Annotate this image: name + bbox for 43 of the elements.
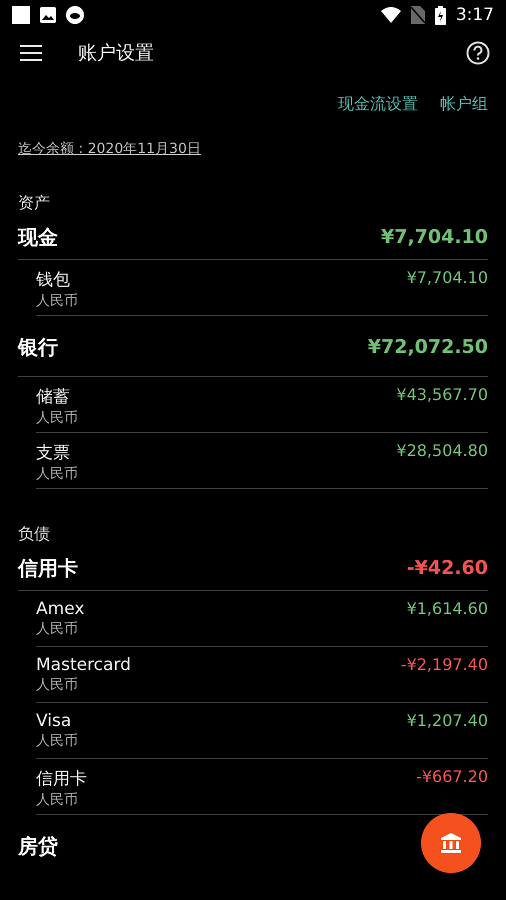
account-amount: ¥1,614.60 (406, 599, 488, 618)
account-amount: -¥667.20 (416, 767, 488, 786)
menu-icon[interactable] (20, 45, 42, 61)
group-name: 现金 (18, 224, 58, 250)
account-amount: ¥1,207.40 (406, 711, 488, 730)
account-currency: 人民币 (36, 465, 78, 483)
group-name: 房贷 (18, 832, 58, 860)
link[interactable]: 帐户组 (440, 94, 488, 114)
account-name[interactable]: 信用卡 (36, 767, 87, 790)
account-amount: ¥28,504.80 (396, 441, 488, 460)
section-title: 负债 (17, 523, 51, 544)
group-total: ¥7,704.10 (381, 226, 488, 248)
account-currency: 人民币 (36, 620, 79, 638)
screen-title: 账户设置 (78, 41, 155, 66)
account-name[interactable]: Visa (36, 711, 78, 731)
group-total: -¥42.60 (406, 557, 488, 579)
account-currency: 人民币 (36, 292, 78, 310)
account-amount: ¥43,567.70 (396, 385, 488, 404)
account-currency: 人民币 (36, 409, 78, 427)
group-name: 银行 (18, 334, 58, 360)
notification-icon (12, 6, 30, 24)
account-name[interactable]: 钱包 (36, 268, 78, 291)
account-name[interactable]: Mastercard (36, 655, 131, 675)
account-currency: 人民币 (36, 732, 78, 750)
no-sim-icon (410, 6, 425, 24)
account-currency: 人民币 (36, 676, 79, 694)
group-total: ¥72,072.50 (368, 336, 488, 358)
wifi-icon (380, 7, 401, 23)
help-icon[interactable] (466, 41, 490, 65)
account-currency: 人民币 (36, 791, 79, 809)
image-icon (40, 7, 56, 23)
account-name[interactable]: 支票 (36, 441, 78, 464)
account-amount: -¥2,197.40 (400, 655, 488, 674)
account-name[interactable]: 储蓄 (36, 385, 78, 408)
group-name: 信用卡 (18, 554, 78, 582)
account-name[interactable]: Amex (36, 599, 84, 619)
link[interactable]: 现金流设置 (338, 94, 418, 114)
status-time: 3:17 (456, 5, 494, 25)
section-title: 资产 (17, 192, 51, 213)
battery-icon (434, 6, 446, 24)
bank-icon (439, 831, 463, 855)
balance-date-link[interactable]: 迄今余额 : 2020年11月30日 (18, 140, 201, 158)
account-amount: ¥7,704.10 (406, 268, 488, 287)
